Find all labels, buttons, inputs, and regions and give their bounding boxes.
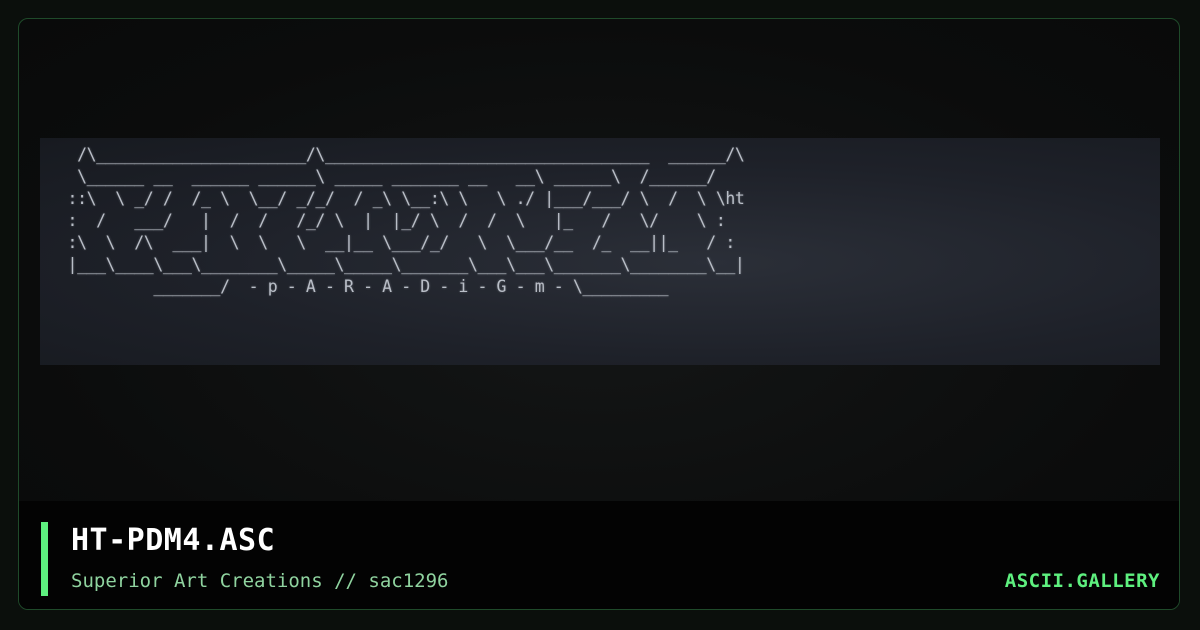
ascii-art-text: /\______________________/\______________…: [67, 145, 745, 296]
card-frame: /\______________________/\______________…: [18, 18, 1180, 610]
ascii-art-image: /\______________________/\______________…: [40, 138, 1160, 365]
file-title: HT-PDM4.ASC: [71, 523, 276, 558]
artist-credit: Superior Art Creations // sac1296: [71, 570, 449, 592]
site-brand: ASCII.GALLERY: [1004, 570, 1160, 592]
footer-bar: HT-PDM4.ASC Superior Art Creations // sa…: [19, 501, 1179, 609]
accent-bar: [41, 522, 48, 596]
